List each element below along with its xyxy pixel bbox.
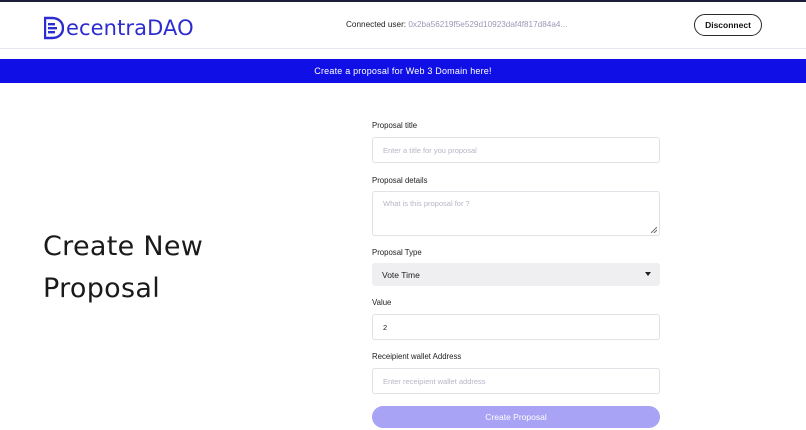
connected-user-address: 0x2ba56219f5e529d10923daf4f817d84a4... [408,20,568,29]
proposal-type-select[interactable]: Vote Time [372,263,660,286]
recipient-address-input[interactable]: Enter receipient wallet address [372,368,660,394]
disconnect-button[interactable]: Disconnect [694,14,762,36]
proposal-details-textarea[interactable]: What is this proposal for ? [372,191,660,236]
proposal-type-label: Proposal Type [372,248,422,257]
letter-d-icon [43,16,65,40]
proposal-title-input[interactable]: Enter a title for you proposal [372,137,660,163]
banner: Create a proposal for Web 3 Domain here! [0,59,806,83]
recipient-address-label: Receipient wallet Address [372,352,462,361]
logo-text: ecentraDAO [66,16,194,40]
header: ecentraDAO Connected user: 0x2ba56219f5e… [0,2,806,48]
connected-user: Connected user: 0x2ba56219f5e529d10923da… [346,20,567,29]
header-divider [0,48,806,49]
connected-user-label: Connected user: [346,20,409,29]
page-title: Create New Proposal [43,231,204,304]
proposal-type-selected: Vote Time [382,269,420,280]
resize-handle-icon[interactable] [651,227,657,233]
proposal-title-label: Proposal title [372,121,418,130]
proposal-details-placeholder: What is this proposal for ? [383,199,470,208]
proposal-details-label: Proposal details [372,176,428,185]
create-proposal-button[interactable]: Create Proposal [372,406,660,428]
logo[interactable]: ecentraDAO [43,12,194,44]
value-label: Value [372,298,392,307]
caret-down-icon [645,272,651,276]
value-input[interactable]: 2 [372,314,660,340]
